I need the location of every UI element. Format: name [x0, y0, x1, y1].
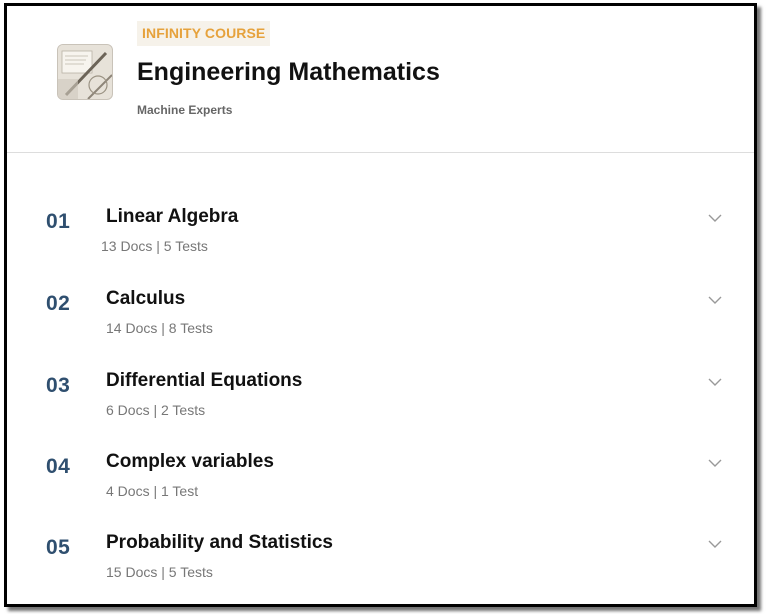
chevron-down-icon[interactable]: [707, 292, 723, 308]
chapter-meta: 6 Docs | 2 Tests: [106, 402, 206, 418]
chapter-title: Differential Equations: [106, 370, 303, 391]
chevron-down-icon[interactable]: [707, 455, 723, 471]
chapter-title: Linear Algebra: [106, 206, 239, 227]
chapter-number: 04: [46, 455, 71, 478]
course-card: INFINITY COURSE Engineering Mathematics …: [4, 3, 757, 607]
chapter-item[interactable]: 01 Linear Algebra 13 Docs | 5 Tests: [7, 206, 754, 266]
chapter-meta: 13 Docs | 5 Tests: [101, 238, 208, 254]
chevron-down-icon[interactable]: [707, 210, 723, 226]
chapter-number: 02: [46, 292, 71, 315]
chapter-number: 01: [46, 210, 71, 233]
chapter-meta: 14 Docs | 8 Tests: [106, 320, 213, 336]
chapter-number: 03: [46, 374, 71, 397]
chapter-item[interactable]: 02 Calculus 14 Docs | 8 Tests: [7, 288, 754, 348]
course-thumbnail-image: [57, 44, 113, 100]
course-title: Engineering Mathematics: [137, 58, 440, 86]
course-header: INFINITY COURSE Engineering Mathematics …: [7, 6, 754, 153]
chapter-title: Probability and Statistics: [106, 532, 333, 553]
chapter-meta: 4 Docs | 1 Test: [106, 483, 199, 499]
course-author: Machine Experts: [137, 103, 233, 117]
chapter-meta: 15 Docs | 5 Tests: [106, 564, 213, 580]
chapter-item[interactable]: 05 Probability and Statistics 15 Docs | …: [7, 532, 754, 592]
chapter-number: 05: [46, 536, 71, 559]
chevron-down-icon[interactable]: [707, 536, 723, 552]
chapter-title: Calculus: [106, 288, 186, 309]
chapter-item[interactable]: 04 Complex variables 4 Docs | 1 Test: [7, 451, 754, 511]
chapter-item[interactable]: 03 Differential Equations 6 Docs | 2 Tes…: [7, 370, 754, 430]
course-type-badge: INFINITY COURSE: [137, 21, 271, 46]
chevron-down-icon[interactable]: [707, 374, 723, 390]
chapter-title: Complex variables: [106, 451, 274, 472]
